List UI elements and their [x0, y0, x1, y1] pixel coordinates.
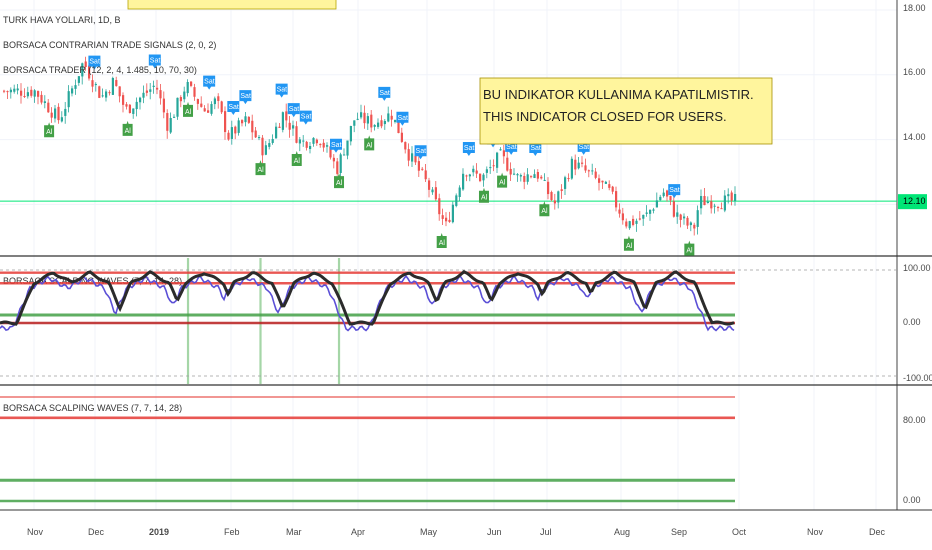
candle-51: [176, 97, 179, 120]
buy-label-12: Al: [686, 248, 693, 255]
legend-trader[interactable]: BORSACA TRADER (12, 2, 4, 1.485, 10, 70,…: [3, 65, 197, 75]
sell-label-11: Sat: [416, 148, 427, 155]
legend-contrarian[interactable]: BORSACA CONTRARIAN TRADE SIGNALS (2, 0, …: [3, 40, 216, 50]
candle-28: [98, 85, 101, 99]
sell-label-16: Sat: [579, 144, 590, 151]
sell-label-6: Sat: [289, 106, 300, 113]
candle-161: [550, 190, 553, 202]
last-price-tag-text: 12.10: [903, 196, 926, 206]
buy-label-10: Al: [541, 208, 548, 215]
sell-label-1: Sat: [150, 58, 161, 65]
sell-label-4: Sat: [240, 93, 251, 100]
closed-indicator-note: BU INDIKATOR KULLANIMA KAPATILMISTIR. TH…: [479, 77, 773, 145]
month-label-12: Nov: [807, 527, 824, 537]
sell-label-14: Sat: [506, 144, 517, 151]
month-label-5: Apr: [351, 527, 365, 537]
candle-72: [247, 116, 250, 124]
candle-32: [111, 76, 114, 95]
sell-label-10: Sat: [397, 115, 408, 122]
buy-label-3: Al: [258, 167, 265, 174]
legend-symbol[interactable]: TURK HAVA YOLLARI, 1D, B: [3, 15, 121, 25]
month-label-6: May: [420, 527, 438, 537]
pane2-tick-0: 0.00: [903, 495, 921, 505]
osc-tick-0: 0.00: [903, 317, 921, 327]
osc-tick-minus100: -100.00: [903, 373, 932, 383]
sell-label-3: Sat: [228, 104, 239, 111]
note-line-1: BU INDIKATOR KULLANIMA KAPATILMISTIR.: [483, 87, 754, 102]
month-label-2: 2019: [149, 527, 169, 537]
sell-label-5: Sat: [277, 87, 288, 94]
note-line-2: THIS INDICATOR CLOSED FOR USERS.: [483, 109, 727, 124]
chart-canvas: Sat SatSatSatSatSatSatSatSatSatSatSat Sat S…: [0, 0, 932, 550]
buy-label-8: Al: [481, 195, 488, 202]
tick-18: 18.00: [903, 3, 926, 13]
month-label-10: Sep: [671, 527, 687, 537]
pane2-tick-80: 80.00: [903, 415, 926, 425]
sell-label-8: Sat: [331, 142, 342, 149]
legend-scalping-pane2[interactable]: BORSACA SCALPING WAVES (7, 7, 14, 28): [3, 403, 182, 413]
osc-tick-100: 100.00: [903, 263, 931, 273]
month-label-0: Nov: [27, 527, 44, 537]
partial-note-box: [127, 0, 337, 10]
buy-label-5: Al: [336, 180, 343, 187]
buy-label-2: Al: [185, 109, 192, 116]
month-label-4: Mar: [286, 527, 302, 537]
candle-37: [128, 104, 131, 114]
candle-133: [455, 193, 458, 208]
buy-label-6: Al: [366, 142, 373, 149]
candle-140: [479, 173, 482, 183]
buy-label-11: Al: [626, 243, 633, 250]
sell-label-15: Sat: [530, 145, 541, 152]
buy-label-0: Al: [46, 129, 53, 136]
month-label-3: Feb: [224, 527, 240, 537]
buy-label-4: Al: [294, 158, 301, 165]
month-label-8: Jul: [540, 527, 552, 537]
sell-label-2: Sat: [204, 79, 215, 86]
sell-label-7: Sat: [301, 114, 312, 121]
buy-label-9: Al: [499, 180, 506, 187]
sell-label-12: Sat: [464, 145, 475, 152]
last-price-tag: 12.10: [898, 194, 927, 210]
month-label-1: Dec: [88, 527, 105, 537]
sell-label-9: Sat: [379, 90, 390, 97]
candle-82: [281, 111, 284, 133]
buy-label-7: Al: [439, 240, 446, 247]
chart-background: [0, 0, 932, 550]
candle-167: [570, 156, 573, 180]
tick-14: 14.00: [903, 132, 926, 142]
month-label-11: Oct: [732, 527, 747, 537]
buy-label-1: Al: [125, 128, 132, 135]
candle-132: [451, 201, 454, 224]
sell-label-17: Sat: [669, 187, 680, 194]
tick-16: 16.00: [903, 67, 926, 77]
month-label-7: Jun: [487, 527, 502, 537]
candle-64: [220, 100, 223, 114]
month-label-13: Dec: [869, 527, 886, 537]
month-label-9: Aug: [614, 527, 630, 537]
